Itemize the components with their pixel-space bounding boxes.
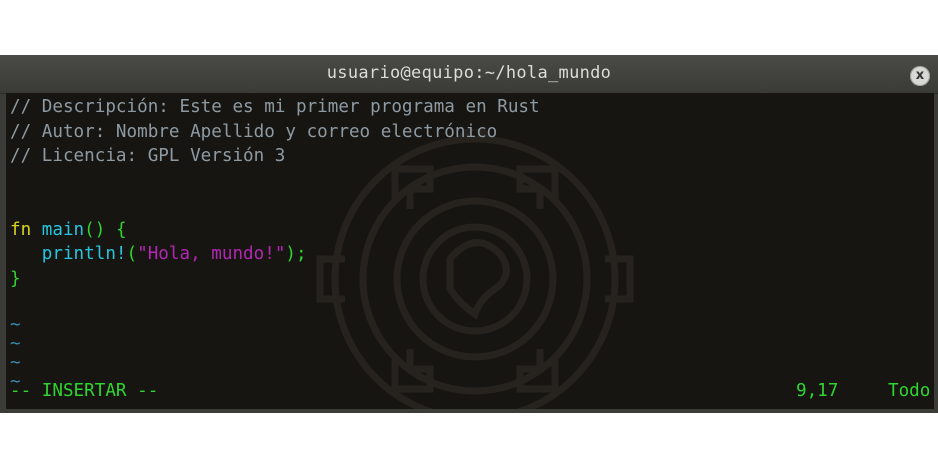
println-macro: println! <box>41 244 127 264</box>
editor-buffer[interactable]: // Descripción: Este es mi primer progra… <box>10 95 934 392</box>
code-line-println: println!("Hola, mundo!"); <box>10 242 934 267</box>
macro-close: ); <box>285 244 307 264</box>
close-brace: } <box>10 268 21 289</box>
terminal-window: usuario@equipo:~/hola_mundo x // Descrip… <box>0 55 938 413</box>
empty-line-marker: ~ <box>10 352 21 373</box>
macro-open-paren: ( <box>126 244 138 264</box>
fn-keyword: fn <box>10 219 32 240</box>
comment-line: // Licencia: GPL Versión 3 <box>10 146 286 166</box>
comment-line: // Autor: Nombre Apellido y correo elect… <box>10 121 498 142</box>
string-literal: "Hola, mundo!" <box>137 244 286 264</box>
terminal-content[interactable]: // Descripción: Este es mi primer progra… <box>6 93 934 409</box>
window-title: usuario@equipo:~/hola_mundo <box>326 63 612 83</box>
empty-line-marker: ~ <box>10 314 21 335</box>
close-button[interactable]: x <box>910 66 930 86</box>
cursor-position: 9,17 <box>796 381 839 401</box>
title-bar[interactable]: usuario@equipo:~/hola_mundo x <box>0 55 938 94</box>
mode-indicator: -- INSERTAR -- <box>10 381 159 401</box>
open-brace: { <box>115 219 127 240</box>
vim-status-bar: -- INSERTAR -- 9,17 Todo <box>10 378 934 404</box>
fn-name: main <box>41 219 85 240</box>
scroll-position: Todo <box>888 381 931 401</box>
comment-line: // Descripción: Este es mi primer progra… <box>10 97 540 117</box>
fn-parens: () <box>84 219 106 240</box>
code-line-fn-decl: fn main() { <box>10 218 934 243</box>
code-line-close: } <box>10 267 934 292</box>
empty-line-marker: ~ <box>10 333 21 354</box>
